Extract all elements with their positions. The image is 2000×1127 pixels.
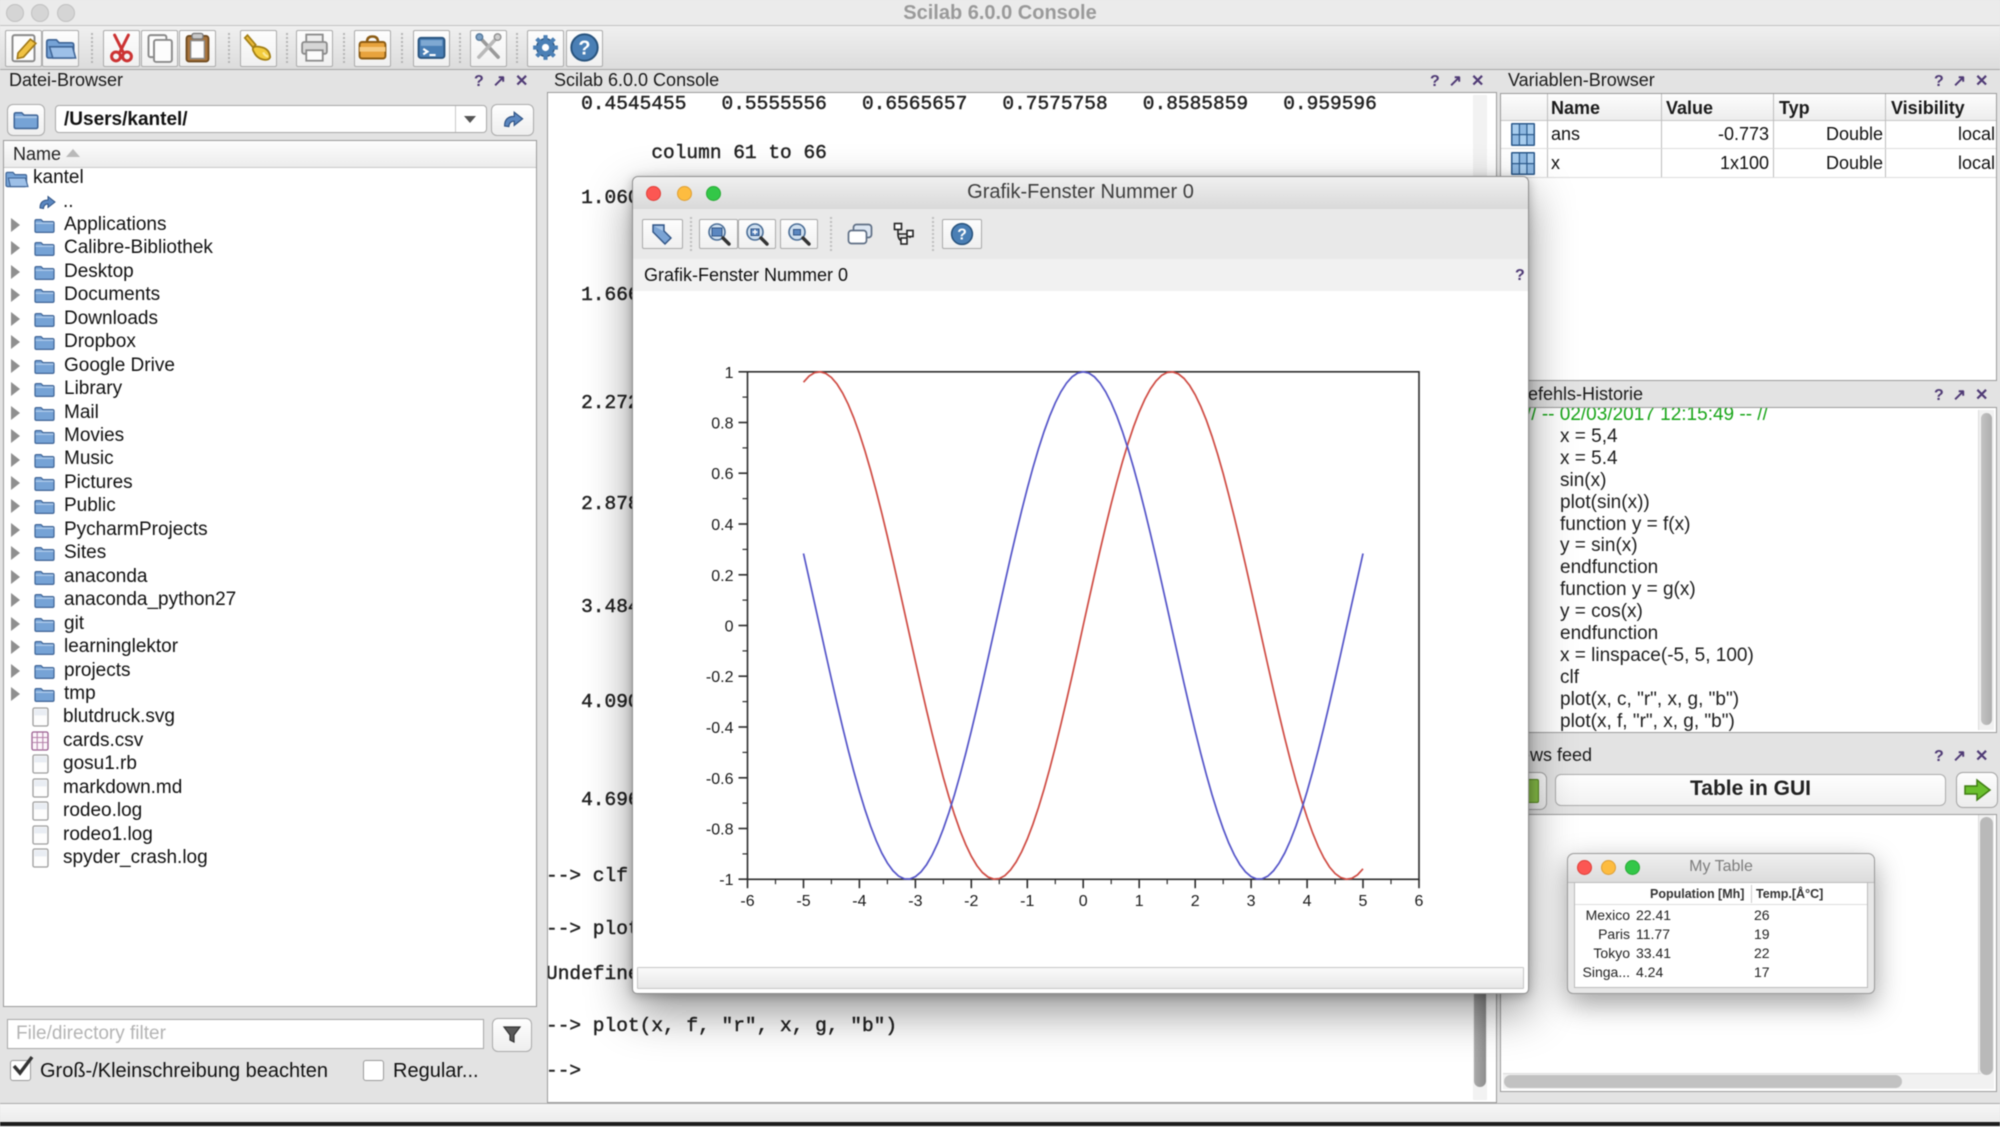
svg-text:-0.6: -0.6 xyxy=(706,771,734,788)
svg-text:0.6: 0.6 xyxy=(711,466,733,483)
svg-text:-0.2: -0.2 xyxy=(706,669,734,686)
svg-text:-5: -5 xyxy=(796,893,810,910)
svg-text:1: 1 xyxy=(725,365,734,382)
svg-text:?: ? xyxy=(578,37,590,59)
svg-text:0.4: 0.4 xyxy=(711,517,733,534)
svg-text:0.2: 0.2 xyxy=(711,568,733,585)
svg-text:2: 2 xyxy=(1191,893,1200,910)
svg-text:-0.8: -0.8 xyxy=(706,822,734,839)
svg-text:0: 0 xyxy=(725,619,734,636)
svg-text:4: 4 xyxy=(1303,893,1312,910)
svg-text:-6: -6 xyxy=(740,893,754,910)
svg-text:3: 3 xyxy=(1247,893,1256,910)
svg-text:0.8: 0.8 xyxy=(711,416,733,433)
svg-text:6: 6 xyxy=(1415,893,1424,910)
svg-text:-1: -1 xyxy=(719,872,733,889)
svg-text:5: 5 xyxy=(1359,893,1368,910)
svg-text:-1: -1 xyxy=(1020,893,1034,910)
svg-text:-2: -2 xyxy=(964,893,978,910)
svg-text:-4: -4 xyxy=(852,893,866,910)
svg-text:0: 0 xyxy=(1079,893,1088,910)
svg-text:-0.4: -0.4 xyxy=(706,720,734,737)
svg-text:?: ? xyxy=(957,226,967,243)
svg-text:-3: -3 xyxy=(908,893,922,910)
svg-text:1: 1 xyxy=(1135,893,1144,910)
